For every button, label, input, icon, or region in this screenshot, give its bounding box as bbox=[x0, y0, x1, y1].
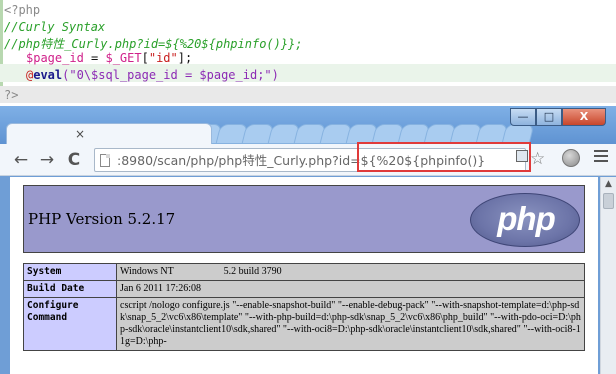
page-icon bbox=[100, 154, 110, 167]
table-row: Build Date Jan 6 2011 17:26:08 bbox=[23, 280, 585, 298]
table-row: Configure Command cscript /nologo config… bbox=[23, 297, 585, 351]
tab-close-icon[interactable]: × bbox=[75, 127, 85, 141]
bracket-open: [ bbox=[141, 51, 149, 65]
var-page-id: $page_id bbox=[26, 51, 84, 65]
tab-strip: × — □ X bbox=[0, 106, 616, 144]
row-value: Jan 6 2011 17:26:08 bbox=[116, 280, 585, 298]
eval-keyword: eval bbox=[33, 68, 63, 82]
php-logo: php bbox=[470, 193, 580, 247]
globe-icon[interactable] bbox=[562, 149, 580, 167]
row-key: Build Date bbox=[23, 280, 117, 298]
close-button[interactable]: X bbox=[562, 108, 606, 126]
code-comment-curly: //Curly Syntax bbox=[4, 20, 106, 34]
reload-icon[interactable]: C bbox=[63, 149, 85, 171]
closing-line-band bbox=[0, 86, 616, 103]
code-open-tag: <?php bbox=[4, 3, 41, 17]
minimize-button[interactable]: — bbox=[510, 108, 536, 126]
row-value: cscript /nologo configure.js "--enable-s… bbox=[116, 297, 585, 351]
tab-active[interactable]: × bbox=[6, 123, 212, 144]
vertical-scrollbar[interactable]: ▲ bbox=[600, 177, 616, 374]
phpinfo-banner: PHP Version 5.2.17 php bbox=[23, 185, 585, 253]
bookmark-star-icon[interactable]: ☆ bbox=[530, 150, 545, 168]
phpinfo-table: System Windows NT 5.2 build 3790 Build D… bbox=[23, 263, 585, 351]
row-value: Windows NT 5.2 build 3790 bbox=[116, 263, 585, 281]
eval-argument: ("0\$sql_page_id = $page_id;") bbox=[62, 68, 279, 82]
window-controls: — □ X bbox=[510, 108, 606, 126]
code-eval-line: @eval("0\$sql_page_id = $page_id;") bbox=[26, 67, 279, 83]
page-title: PHP Version 5.2.17 bbox=[28, 210, 176, 228]
code-close-tag: ?> bbox=[4, 88, 19, 102]
code-assign-line: $page_id = $_GET["id"]; bbox=[26, 50, 192, 66]
back-icon[interactable]: ← bbox=[10, 149, 32, 171]
code-editor[interactable]: <?php //Curly Syntax //php特性_Curly.php?i… bbox=[0, 0, 616, 106]
var-get: $_GET bbox=[105, 51, 142, 65]
maximize-button[interactable]: □ bbox=[536, 108, 562, 126]
menu-icon[interactable] bbox=[594, 150, 608, 164]
bracket-close: ]; bbox=[177, 51, 193, 65]
row-key: System bbox=[23, 263, 117, 281]
extension-icon[interactable] bbox=[516, 150, 528, 162]
assign-op: = bbox=[83, 51, 106, 65]
forward-icon[interactable]: → bbox=[36, 149, 58, 171]
page-viewport: PHP Version 5.2.17 php System Windows NT… bbox=[10, 177, 598, 374]
url-payload-highlight-box bbox=[357, 142, 531, 172]
scroll-up-icon[interactable]: ▲ bbox=[601, 177, 616, 191]
tab-ghost[interactable] bbox=[501, 124, 535, 144]
row-key: Configure Command bbox=[23, 297, 117, 351]
scroll-thumb[interactable] bbox=[603, 193, 614, 209]
php-logo-text: php bbox=[497, 200, 555, 237]
key-string: "id" bbox=[148, 51, 178, 65]
table-row: System Windows NT 5.2 build 3790 bbox=[23, 263, 585, 281]
